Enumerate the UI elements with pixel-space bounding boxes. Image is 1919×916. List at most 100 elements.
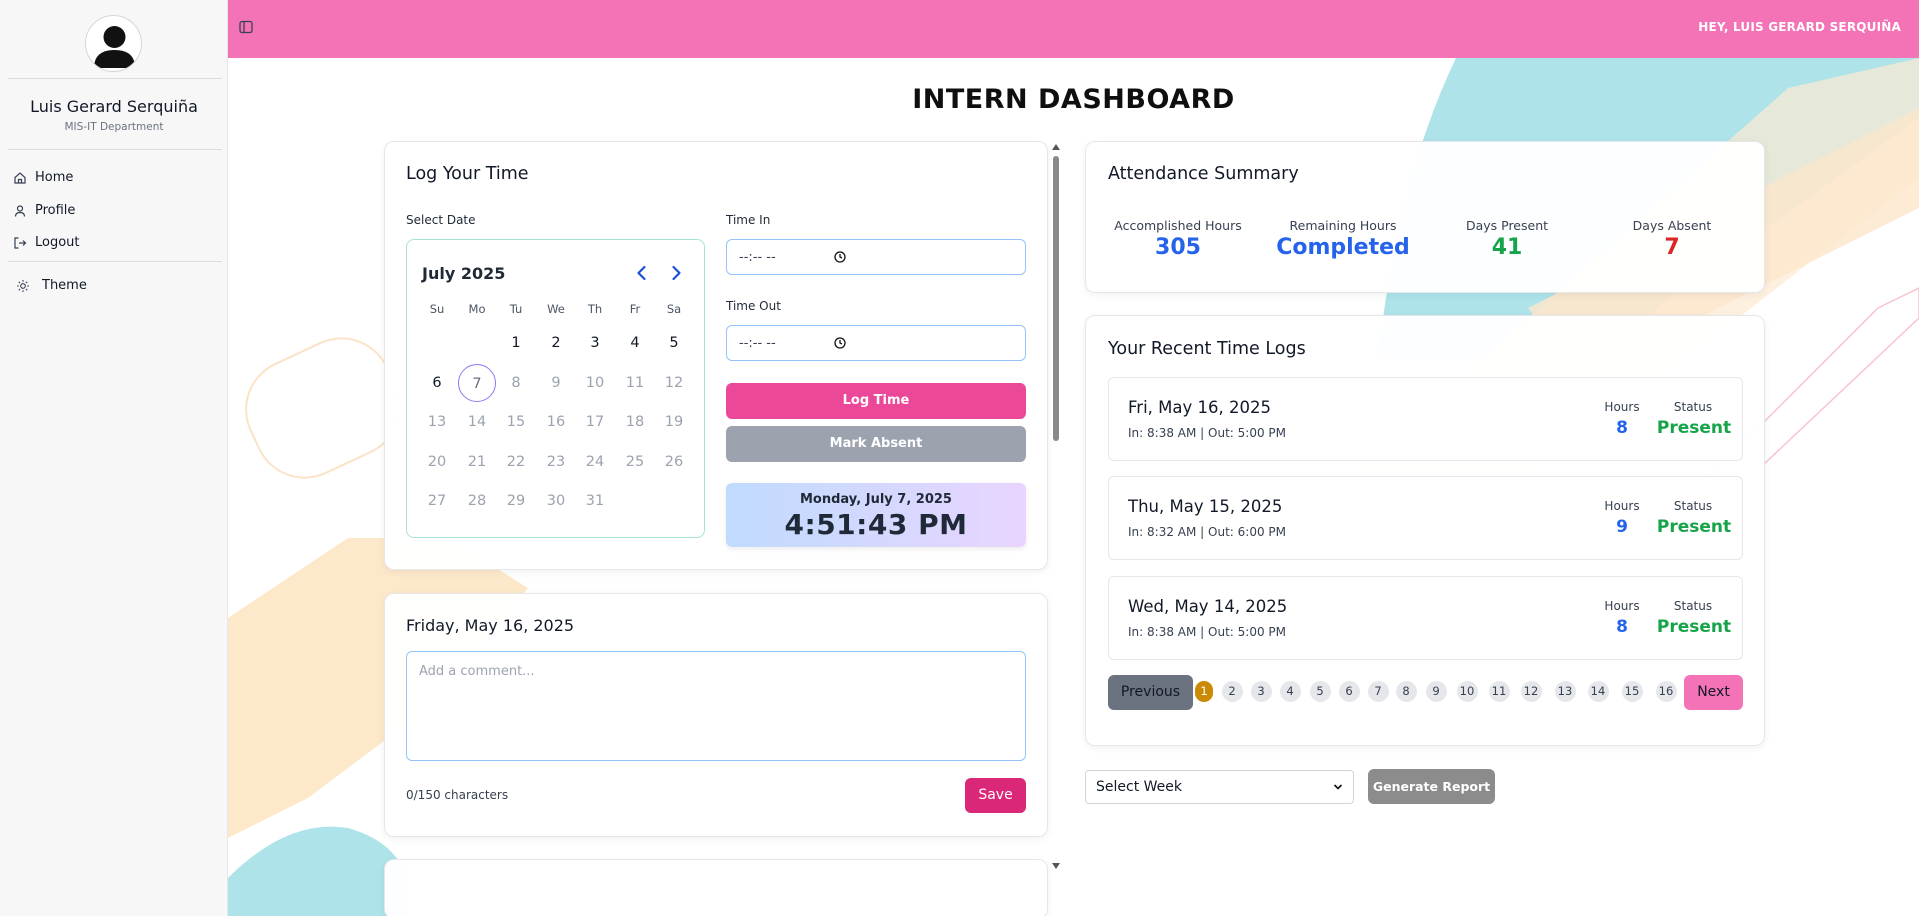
page-number-button[interactable]: 1 bbox=[1195, 681, 1213, 702]
nav-item-logout[interactable]: Logout bbox=[13, 235, 80, 250]
stat-value: Completed bbox=[1276, 235, 1410, 260]
page-number-button[interactable]: 10 bbox=[1456, 681, 1478, 702]
calendar-day[interactable]: 3 bbox=[576, 324, 614, 362]
next-page-button[interactable]: Next bbox=[1684, 675, 1743, 710]
calendar-day[interactable]: 12 bbox=[655, 364, 693, 402]
page-number-button[interactable]: 7 bbox=[1367, 681, 1389, 702]
sidebar-toggle-button[interactable] bbox=[237, 18, 255, 36]
theme-toggle[interactable]: Theme bbox=[16, 278, 87, 293]
calendar-day[interactable]: 19 bbox=[655, 403, 693, 441]
page-number-button[interactable]: 15 bbox=[1621, 681, 1643, 702]
calendar-day[interactable]: 4 bbox=[616, 324, 654, 362]
recent-logs-title: Your Recent Time Logs bbox=[1108, 339, 1306, 359]
comment-textarea[interactable]: Add a comment... bbox=[406, 651, 1026, 761]
calendar-day[interactable]: 23 bbox=[537, 443, 575, 481]
log-time-button[interactable]: Log Time bbox=[726, 383, 1026, 419]
time-in: 8:32 AM bbox=[1147, 525, 1197, 539]
calendar-day[interactable]: 16 bbox=[537, 403, 575, 441]
log-date: Thu, May 15, 2025 bbox=[1128, 497, 1283, 516]
user-name: Luis Gerard Serquiña bbox=[30, 97, 198, 116]
time-in-value: --:-- -- bbox=[739, 249, 776, 265]
chevron-right-icon bbox=[672, 265, 681, 281]
calendar-day[interactable]: 27 bbox=[418, 482, 456, 520]
calendar-day[interactable]: 30 bbox=[537, 482, 575, 520]
divider bbox=[8, 149, 222, 150]
log-date: Wed, May 14, 2025 bbox=[1128, 597, 1288, 616]
weekday-label: We bbox=[547, 302, 565, 316]
select-week-dropdown[interactable]: Select Week bbox=[1085, 770, 1354, 804]
date-calendar: July 2025 Su Mo Tu We Th Fr Sa 1 2 3 4 5 6 7 8 9 10 11 12 1… bbox=[406, 239, 705, 538]
calendar-day[interactable]: 20 bbox=[418, 443, 456, 481]
previous-month-button[interactable] bbox=[631, 262, 653, 284]
generate-report-button[interactable]: Generate Report bbox=[1368, 769, 1495, 804]
page-number-button[interactable]: 6 bbox=[1338, 681, 1360, 702]
user-greeting: HEY, LUIS GERARD SERQUIÑA bbox=[1698, 20, 1901, 34]
previous-page-button[interactable]: Previous bbox=[1108, 675, 1193, 710]
scrollbar[interactable] bbox=[1050, 142, 1062, 870]
chevron-down-icon bbox=[1333, 784, 1343, 790]
avatar[interactable] bbox=[85, 15, 142, 72]
mark-absent-button[interactable]: Mark Absent bbox=[726, 426, 1026, 462]
calendar-day[interactable]: 14 bbox=[458, 403, 496, 441]
attendance-summary-title: Attendance Summary bbox=[1108, 164, 1299, 184]
page-number-button[interactable]: 2 bbox=[1221, 681, 1243, 702]
status-value: Present bbox=[1656, 517, 1732, 537]
in-label: In: bbox=[1128, 625, 1144, 639]
calendar-day[interactable]: 15 bbox=[497, 403, 535, 441]
calendar-day[interactable]: 28 bbox=[458, 482, 496, 520]
page-number-button[interactable]: 3 bbox=[1250, 681, 1272, 702]
calendar-day[interactable]: 5 bbox=[655, 324, 693, 362]
calendar-day[interactable]: 18 bbox=[616, 403, 654, 441]
calendar-day[interactable]: 31 bbox=[576, 482, 614, 520]
page-number-button[interactable]: 12 bbox=[1520, 681, 1542, 702]
calendar-day[interactable]: 9 bbox=[537, 364, 575, 402]
stat-value: 305 bbox=[1155, 235, 1201, 260]
page-number-button[interactable]: 16 bbox=[1655, 681, 1677, 702]
page-number-button[interactable]: 4 bbox=[1279, 681, 1301, 702]
calendar-day[interactable]: 24 bbox=[576, 443, 614, 481]
page-number-button[interactable]: 5 bbox=[1309, 681, 1331, 702]
page-number-button[interactable]: 9 bbox=[1425, 681, 1447, 702]
out-label: Out: bbox=[1208, 426, 1234, 440]
scrollbar-thumb[interactable] bbox=[1053, 156, 1059, 441]
calendar-day[interactable]: 29 bbox=[497, 482, 535, 520]
calendar-day[interactable]: 7 bbox=[458, 363, 496, 402]
calendar-day[interactable]: 26 bbox=[655, 443, 693, 481]
chevron-left-icon bbox=[637, 265, 646, 281]
calendar-day[interactable]: 11 bbox=[616, 364, 654, 402]
time-out-label: Time Out bbox=[726, 299, 781, 313]
home-icon bbox=[14, 171, 26, 184]
page-title: INTERN DASHBOARD bbox=[912, 84, 1235, 115]
page-number-button[interactable]: 13 bbox=[1554, 681, 1576, 702]
calendar-day[interactable]: 10 bbox=[576, 364, 614, 402]
hours-value: 8 bbox=[1616, 617, 1628, 637]
calendar-day[interactable]: 25 bbox=[616, 443, 654, 481]
next-month-button[interactable] bbox=[665, 262, 687, 284]
nav-item-home[interactable]: Home bbox=[13, 170, 73, 185]
stat-value: 7 bbox=[1664, 235, 1680, 260]
top-bar bbox=[228, 0, 1919, 58]
log-times: In: 8:38 AM | Out: 5:00 PM bbox=[1128, 426, 1287, 440]
calendar-day[interactable]: 17 bbox=[576, 403, 614, 441]
calendar-day[interactable]: 1 bbox=[497, 324, 535, 362]
log-entry: Fri, May 16, 2025 In: 8:38 AM | Out: 5:0… bbox=[1108, 377, 1743, 461]
page-number-button[interactable]: 14 bbox=[1587, 681, 1609, 702]
calendar-day[interactable]: 13 bbox=[418, 403, 456, 441]
calendar-day[interactable]: 6 bbox=[418, 364, 456, 402]
calendar-day[interactable]: 2 bbox=[537, 324, 575, 362]
calendar-day[interactable]: 22 bbox=[497, 443, 535, 481]
in-label: In: bbox=[1128, 525, 1144, 539]
time-out-input[interactable]: --:-- -- bbox=[726, 325, 1026, 361]
status-value: Present bbox=[1656, 617, 1732, 637]
calendar-day[interactable]: 21 bbox=[458, 443, 496, 481]
status-label: Status bbox=[1673, 400, 1713, 414]
clock-icon bbox=[834, 251, 846, 263]
calendar-day[interactable]: 8 bbox=[497, 364, 535, 402]
save-comment-button[interactable]: Save bbox=[965, 778, 1026, 813]
live-clock: Monday, July 7, 2025 4:51:43 PM bbox=[726, 483, 1026, 547]
time-in-input[interactable]: --:-- -- bbox=[726, 239, 1026, 275]
page-number-button[interactable]: 8 bbox=[1395, 681, 1417, 702]
sidebar-toggle-icon bbox=[239, 20, 253, 34]
nav-item-profile[interactable]: Profile bbox=[13, 203, 75, 218]
page-number-button[interactable]: 11 bbox=[1488, 681, 1510, 702]
